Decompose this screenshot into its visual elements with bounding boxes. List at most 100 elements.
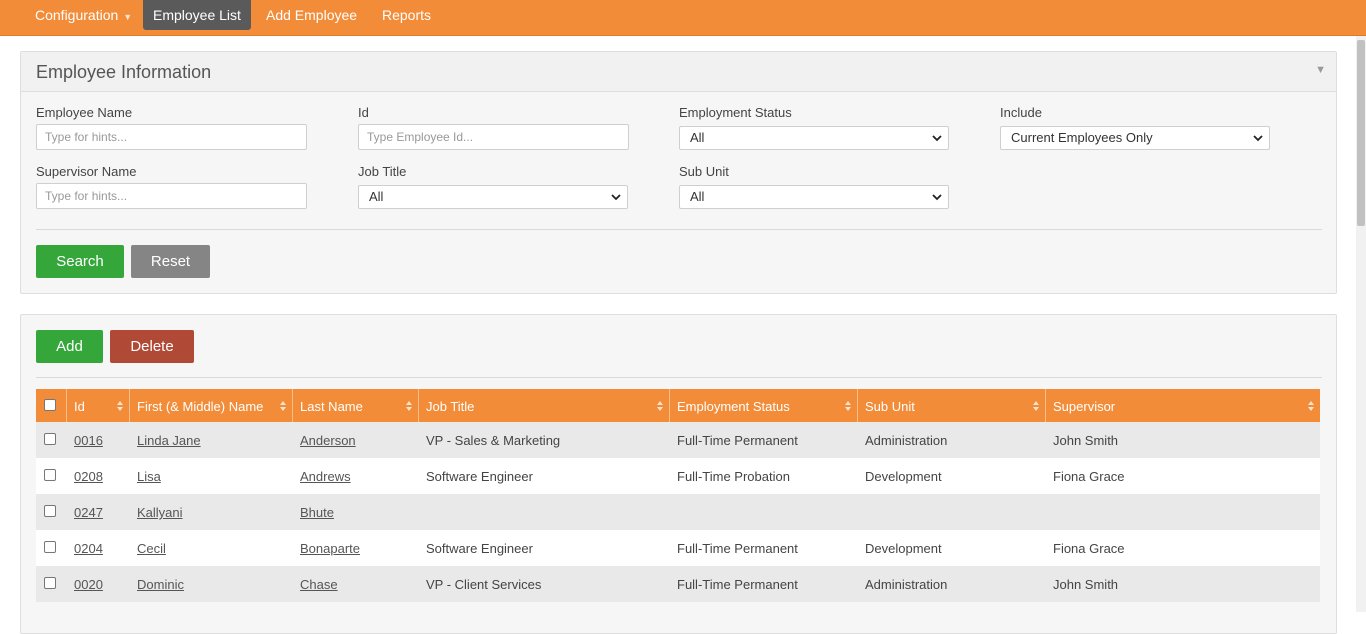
table-row: 0204 Cecil Bonaparte Software Engineer F… (36, 530, 1320, 566)
include-label: Include (1000, 105, 1042, 120)
sort-icon (117, 401, 123, 411)
search-button[interactable]: Search (36, 245, 124, 278)
column-header-employment-status[interactable]: Employment Status (670, 389, 858, 422)
job-title-select[interactable]: All (358, 185, 628, 209)
header-select-cell (36, 389, 67, 422)
row-checkbox[interactable] (44, 505, 56, 517)
column-header-last-name[interactable]: Last Name (293, 389, 419, 422)
sub-unit-value: All (690, 189, 705, 204)
panel-title: Employee Information (36, 62, 212, 82)
job-title-cell: Software Engineer (426, 469, 533, 484)
table-row: 0020 Dominic Chase VP - Client Services … (36, 566, 1320, 602)
column-header-label: First (& Middle) Name (137, 399, 264, 414)
column-header-label: Last Name (300, 399, 363, 414)
supervisor-name-input[interactable] (36, 183, 307, 209)
sort-icon (280, 401, 286, 411)
employment-status-cell (670, 494, 677, 530)
nav-reports-label: Reports (382, 7, 432, 23)
column-header-id[interactable]: Id (67, 389, 130, 422)
employment-status-cell: Full-Time Permanent (677, 577, 798, 592)
employment-status-cell: Full-Time Permanent (677, 541, 798, 556)
nav-employee-list-label: Employee List (153, 7, 241, 23)
row-checkbox[interactable] (44, 541, 56, 553)
table-row: 0016 Linda Jane Anderson VP - Sales & Ma… (36, 422, 1320, 458)
last-name-link[interactable]: Bonaparte (293, 530, 360, 566)
id-label: Id (358, 105, 369, 120)
first-name-link[interactable]: Kallyani (130, 494, 183, 530)
row-checkbox[interactable] (44, 577, 56, 589)
row-checkbox[interactable] (44, 469, 56, 481)
employee-id-link[interactable]: 0208 (67, 458, 103, 494)
list-divider (36, 377, 1322, 378)
supervisor-cell: John Smith (1053, 433, 1119, 448)
column-header-label: Employment Status (677, 399, 790, 414)
select-all-checkbox[interactable] (44, 399, 56, 411)
nav-configuration[interactable]: Configuration ▼ (25, 0, 142, 30)
sort-icon (406, 401, 412, 411)
job-title-value: All (369, 189, 384, 204)
caret-down-icon: ▼ (123, 12, 133, 22)
job-title-cell: VP - Client Services (426, 577, 542, 592)
scrollbar-thumb[interactable] (1357, 40, 1365, 226)
table-row: 0208 Lisa Andrews Software Engineer Full… (36, 458, 1320, 494)
column-header-job-title[interactable]: Job Title (419, 389, 670, 422)
sort-icon (1308, 401, 1314, 411)
employee-id-link[interactable]: 0204 (67, 530, 103, 566)
employee-id-link[interactable]: 0020 (67, 566, 103, 602)
last-name-link[interactable]: Andrews (293, 458, 351, 494)
panel-header: Employee Information ▼ (21, 52, 1336, 92)
column-header-first-name[interactable]: First (& Middle) Name (130, 389, 293, 422)
supervisor-cell: John Smith (1053, 577, 1119, 592)
first-name-link[interactable]: Linda Jane (130, 422, 201, 458)
chevron-down-icon (932, 194, 942, 201)
sub-unit-cell: Administration (865, 433, 948, 448)
last-name-link[interactable]: Chase (293, 566, 338, 602)
column-header-label: Sub Unit (865, 399, 915, 414)
employment-status-select[interactable]: All (679, 126, 949, 150)
supervisor-cell (1046, 494, 1053, 530)
employee-id-link[interactable]: 0247 (67, 494, 103, 530)
employee-name-label: Employee Name (36, 105, 133, 120)
table-header: Id First (& Middle) Name Last Name Job T… (36, 389, 1320, 422)
add-button[interactable]: Add (36, 330, 103, 363)
employment-status-label: Employment Status (679, 105, 792, 120)
first-name-link[interactable]: Dominic (130, 566, 184, 602)
sub-unit-cell (858, 494, 865, 530)
column-header-sub-unit[interactable]: Sub Unit (858, 389, 1046, 422)
employee-name-input[interactable] (36, 124, 307, 150)
column-header-label: Job Title (426, 399, 475, 414)
last-name-link[interactable]: Anderson (293, 422, 356, 458)
nav-reports[interactable]: Reports (372, 0, 441, 30)
sub-unit-cell: Development (865, 469, 942, 484)
sub-unit-select[interactable]: All (679, 185, 949, 209)
page-scrollbar[interactable] (1356, 36, 1366, 612)
job-title-label: Job Title (358, 164, 407, 179)
table-row: 0247 Kallyani Bhute (36, 494, 1320, 530)
nav-add-employee-label: Add Employee (266, 7, 358, 23)
employment-status-cell: Full-Time Probation (677, 469, 790, 484)
employee-id-link[interactable]: 0016 (67, 422, 103, 458)
employee-id-input[interactable] (358, 124, 629, 150)
column-header-supervisor[interactable]: Supervisor (1046, 389, 1320, 422)
sub-unit-label: Sub Unit (679, 164, 729, 179)
chevron-down-icon (1253, 135, 1263, 142)
collapse-toggle-icon[interactable]: ▼ (1315, 64, 1326, 76)
employment-status-cell: Full-Time Permanent (677, 433, 798, 448)
job-title-cell (419, 494, 426, 530)
nav-add-employee[interactable]: Add Employee (256, 0, 367, 30)
last-name-link[interactable]: Bhute (293, 494, 334, 530)
first-name-link[interactable]: Cecil (130, 530, 166, 566)
include-select[interactable]: Current Employees Only (1000, 126, 1270, 150)
first-name-link[interactable]: Lisa (130, 458, 161, 494)
delete-button[interactable]: Delete (110, 330, 194, 363)
column-header-label: Id (74, 399, 85, 414)
reset-button[interactable]: Reset (131, 245, 210, 278)
chevron-down-icon (611, 194, 621, 201)
sort-icon (845, 401, 851, 411)
nav-configuration-label: Configuration (35, 7, 119, 23)
sort-icon (1033, 401, 1039, 411)
supervisor-cell: Fiona Grace (1053, 469, 1125, 484)
nav-employee-list[interactable]: Employee List (143, 0, 251, 30)
job-title-cell: VP - Sales & Marketing (426, 433, 561, 448)
row-checkbox[interactable] (44, 433, 56, 445)
